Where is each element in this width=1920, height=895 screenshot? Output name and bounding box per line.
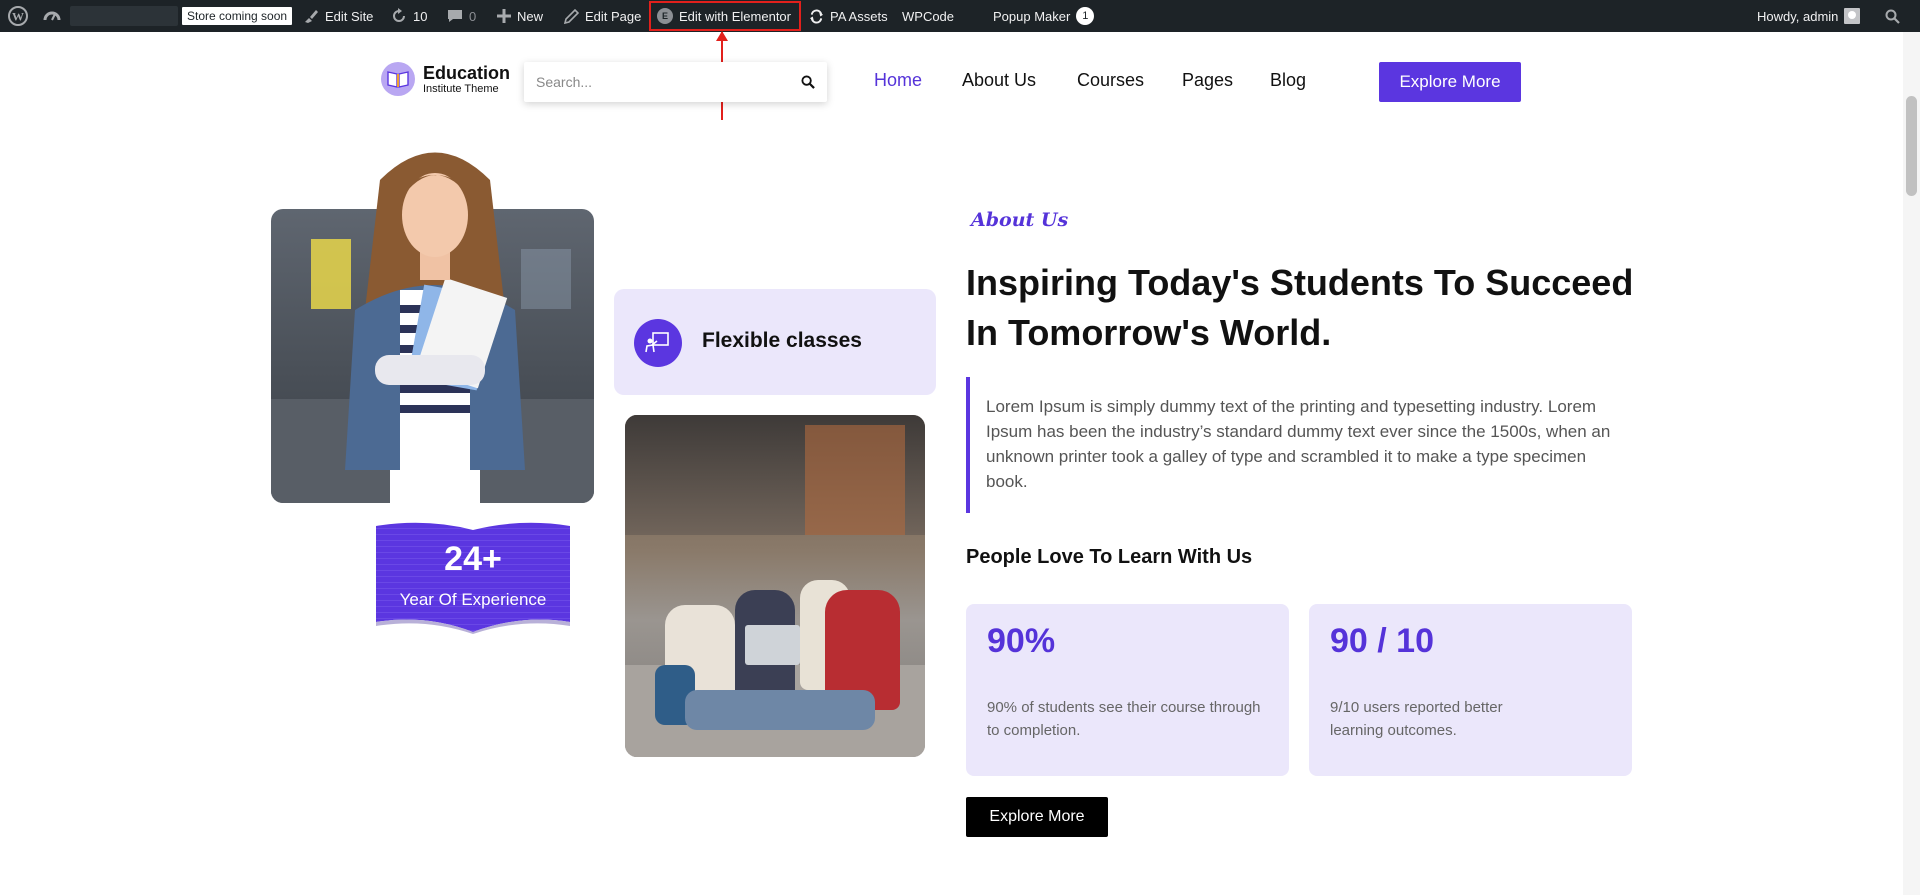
pa-assets-link[interactable]: PA Assets	[809, 0, 888, 32]
site-name-redacted[interactable]	[70, 6, 178, 26]
pencil-icon	[564, 8, 579, 24]
search-input[interactable]	[536, 74, 801, 90]
popup-maker-label: Popup Maker	[993, 8, 1071, 24]
stats-heading: People Love To Learn With Us	[966, 546, 1253, 568]
explore-more-button[interactable]: Explore More	[966, 797, 1108, 837]
admin-bar: W Store coming soon Edit Site 10 0 New E…	[0, 0, 1920, 32]
stat-card-completion: 90% 90% of students see their course thr…	[966, 604, 1289, 776]
svg-text:W: W	[12, 10, 24, 24]
new-label: New	[517, 8, 544, 24]
intro-quote: Lorem Ipsum is simply dummy text of the …	[966, 377, 1626, 513]
wpcode-label: WPCode	[902, 8, 955, 24]
wordpress-logo-icon[interactable]: W	[8, 0, 28, 32]
classroom-icon	[634, 319, 682, 367]
edit-page-label: Edit Page	[585, 8, 642, 24]
annotation-arrow-head	[716, 31, 728, 41]
flexible-classes-card: Flexible classes	[614, 289, 936, 395]
brush-icon	[305, 10, 318, 23]
logo-subtitle: Institute Theme	[423, 82, 499, 95]
nav-about-us[interactable]: About Us	[962, 70, 1036, 91]
edit-page-link[interactable]: Edit Page	[564, 0, 641, 32]
updates-count: 10	[413, 8, 428, 24]
section-kicker: About Us	[971, 209, 1069, 231]
nav-courses[interactable]: Courses	[1077, 70, 1144, 91]
stat-description: 90% of students see their course through…	[987, 699, 1261, 739]
page-title: Inspiring Today's Students To Succeed In…	[966, 262, 1634, 353]
updates-link[interactable]: 10	[391, 0, 427, 32]
edit-site-label: Edit Site	[325, 8, 374, 24]
nav-blog[interactable]: Blog	[1270, 70, 1306, 91]
edit-site-link[interactable]: Edit Site	[303, 0, 373, 32]
scrollbar-thumb[interactable]	[1906, 96, 1917, 196]
student-image	[345, 152, 525, 503]
store-coming-soon-badge[interactable]: Store coming soon	[182, 7, 293, 25]
stat-card-outcomes: 90 / 10 9/10 users reported better learn…	[1309, 604, 1632, 776]
account-menu[interactable]: Howdy, admin	[1757, 0, 1861, 32]
stat-value: 90 / 10	[1330, 622, 1434, 660]
search-icon[interactable]	[801, 75, 815, 89]
wpcode-link[interactable]: WPCode	[902, 0, 954, 32]
search-icon[interactable]	[1885, 0, 1900, 32]
logo-title: Education	[423, 62, 511, 83]
explore-more-header-button[interactable]: Explore More	[1379, 62, 1521, 102]
site-logo[interactable]: Education Institute Theme	[381, 62, 510, 96]
nav-home[interactable]: Home	[874, 70, 922, 91]
flexible-classes-label: Flexible classes	[702, 329, 862, 352]
avatar	[1844, 8, 1861, 24]
dashboard-icon[interactable]	[42, 0, 62, 32]
stat-value: 90%	[987, 622, 1056, 660]
experience-value: 24+	[444, 540, 502, 578]
popup-maker-link[interactable]: Popup Maker 1	[993, 0, 1095, 32]
experience-badge: 24+ Year Of Experience	[376, 522, 570, 634]
experience-label: Year Of Experience	[399, 590, 547, 609]
howdy-label: Howdy, admin	[1757, 8, 1839, 24]
refresh-icon	[393, 8, 405, 22]
highlight-box	[649, 1, 801, 31]
nav-pages[interactable]: Pages	[1182, 70, 1233, 91]
popup-count-badge: 1	[1076, 7, 1095, 25]
plus-icon	[497, 9, 511, 23]
group-students-photo	[625, 415, 925, 757]
book-icon	[381, 62, 415, 96]
pa-assets-label: PA Assets	[830, 8, 888, 24]
new-content-link[interactable]: New	[497, 0, 543, 32]
sync-icon	[809, 8, 824, 24]
search-box	[524, 62, 827, 102]
comments-link[interactable]: 0	[447, 0, 476, 32]
comments-count: 0	[469, 8, 477, 24]
stat-description: 9/10 users reported better learning outc…	[1330, 699, 1503, 739]
comment-icon	[448, 10, 462, 22]
